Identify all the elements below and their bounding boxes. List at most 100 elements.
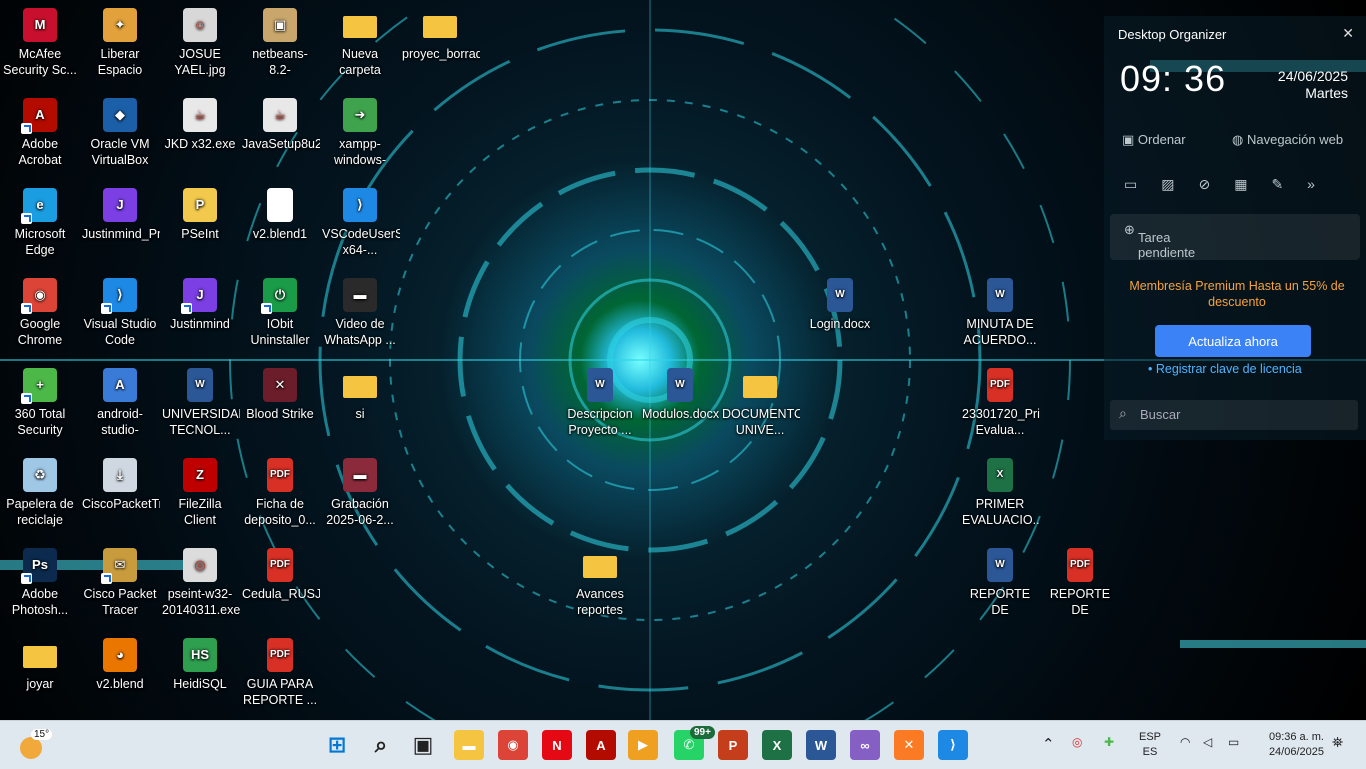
security-tray-icon[interactable]: ◎	[1072, 735, 1082, 749]
system-clock[interactable]: 09:36 a. m. 24/06/2025	[1258, 730, 1324, 760]
desktop-icon[interactable]: ◉ Google Chrome	[0, 272, 80, 360]
photo-icon: ☺	[183, 8, 217, 42]
drive-icon[interactable]: ▭	[1124, 176, 1137, 193]
word-document-icon: W	[987, 548, 1013, 582]
desktop-icon[interactable]: PDF Cedula_RUSJ050824HSP...	[240, 542, 320, 630]
visual-studio-icon[interactable]: ∞	[850, 730, 880, 760]
desktop-icon[interactable]: PDF REPORTE DE ESTADIA_b...	[1040, 542, 1120, 630]
360-tray-icon[interactable]: ✚	[1104, 735, 1114, 749]
register-license-link[interactable]: • Registrar clave de licencia	[1148, 362, 1302, 376]
powerpoint-icon[interactable]: P	[718, 730, 748, 760]
desktop-icon[interactable]: ◆ Oracle VM VirtualBox	[80, 92, 160, 180]
desktop-icon[interactable]: PDF 23301720_Primer Evalua...	[960, 362, 1040, 450]
desktop-icon[interactable]: Z FileZilla Client	[160, 452, 240, 540]
file-explorer-icon[interactable]: ▬	[454, 730, 484, 760]
desktop-icon[interactable]: J Justinmind_Prototyper_W...	[80, 182, 160, 270]
desktop-icon[interactable]: P PSeInt	[160, 182, 240, 270]
desktop-icon[interactable]: ☕ JavaSetup8u201.exe	[240, 92, 320, 180]
desktop-icon[interactable]: HS HeidiSQL	[160, 632, 240, 720]
desktop-icon[interactable]: ◎ pseint-w32-20140311.exe	[160, 542, 240, 630]
battery-icon[interactable]: ▭	[1228, 735, 1239, 749]
more-icon[interactable]: »	[1307, 176, 1315, 193]
search-icon[interactable]: ⌕	[366, 730, 396, 760]
desktop-icon[interactable]: W MINUTA DE ACUERDO...	[960, 272, 1040, 360]
vscode-icon[interactable]: ⟩	[938, 730, 968, 760]
desktop-icon-label: GUIA PARA REPORTE ...	[242, 677, 318, 707]
chrome-icon[interactable]: ◉	[498, 730, 528, 760]
desktop-icon[interactable]: ♻ Papelera de reciclaje	[0, 452, 80, 540]
excel-icon[interactable]: X	[762, 730, 792, 760]
desktop-icon[interactable]: proyec_borrador	[400, 2, 480, 90]
desktop-icon[interactable]: ✦ Liberar Espacio	[80, 2, 160, 90]
word-icon[interactable]: W	[806, 730, 836, 760]
organizer-weekday: Martes	[1305, 85, 1348, 101]
desktop-icon[interactable]: ☺ JOSUE YAEL.jpg	[160, 2, 240, 90]
close-icon[interactable]: ✕	[1342, 25, 1354, 42]
desktop-icon[interactable]: Aandroid-studio-2024.1.2....	[80, 362, 160, 450]
desktop-icon[interactable]: ▬ Video de WhatsApp ...	[320, 272, 400, 360]
desktop-icon[interactable]: si	[320, 362, 400, 450]
desktop-icon[interactable]: A Adobe Acrobat	[0, 92, 80, 180]
hide-icon[interactable]: ⊘	[1198, 176, 1210, 193]
desktop-icon-label: JKD x32.exe	[164, 137, 236, 151]
netflix-icon[interactable]: N	[542, 730, 572, 760]
desktop-icon[interactable]: ▬ Grabación 2025-06-2...	[320, 452, 400, 540]
notification-icon[interactable]: ⛯	[1332, 734, 1343, 751]
desktop-icon[interactable]: PDF GUIA PARA REPORTE ...	[240, 632, 320, 720]
desktop-icon[interactable]: ✕ Blood Strike	[240, 362, 320, 450]
pending-task-field[interactable]: ⊕ Tarea pendiente	[1110, 214, 1360, 260]
organizer-search-input[interactable]	[1138, 406, 1352, 423]
desktop-icon[interactable]: PDF Ficha de deposito_0...	[240, 452, 320, 540]
desktop-icon[interactable]: Avances reportes	[560, 542, 640, 630]
desktop-icon[interactable]: Nueva carpeta	[320, 2, 400, 90]
desktop-icon[interactable]: W Descripcion Proyecto ...	[560, 362, 640, 450]
weather-widget[interactable]: 15°	[18, 729, 53, 761]
desktop-icon[interactable]: ⏻ IObit Uninstaller	[240, 272, 320, 360]
desktop-icon[interactable]: W Login.docx	[800, 272, 880, 360]
desktop-icon[interactable]: ▣ netbeans-8.2-installer.exe	[240, 2, 320, 90]
desktop-icon[interactable]: +360 Total Security	[0, 362, 80, 450]
calculator-icon[interactable]: ▦	[1234, 176, 1247, 193]
desktop-icon-label: Adobe Photosh...	[11, 587, 69, 617]
volume-icon[interactable]: ◁	[1203, 735, 1212, 749]
desktop-icon[interactable]: ✉ Cisco Packet Tracer	[80, 542, 160, 630]
acrobat-icon[interactable]: A	[586, 730, 616, 760]
image-icon[interactable]: ▨	[1161, 176, 1174, 193]
desktop-icon[interactable]: joyar	[0, 632, 80, 720]
desktop-icon[interactable]: M McAfee Security Sc...	[0, 2, 80, 90]
wifi-icon[interactable]: ◠	[1180, 735, 1190, 749]
xampp-icon[interactable]: ✕	[894, 730, 924, 760]
desktop-icon[interactable]: W UNIVERSIDAD TECNOL...	[160, 362, 240, 450]
desktop-icon[interactable]: W Modulos.docx.doc	[640, 362, 720, 450]
desktop-icon[interactable]: J Justinmind	[160, 272, 240, 360]
desktop-icon[interactable]: ◕ v2.blend	[80, 632, 160, 720]
whatsapp-icon[interactable]: ✆ 99+	[674, 726, 715, 760]
desktop-icon[interactable]: v2.blend1	[240, 182, 320, 270]
desktop-icon[interactable]: ⟩ VSCodeUserSetup-x64-...	[320, 182, 400, 270]
media-player-icon[interactable]: ▶	[628, 730, 658, 760]
sort-button[interactable]: ▣ Ordenar	[1122, 132, 1186, 148]
language-indicator[interactable]: ESP ES	[1138, 730, 1162, 760]
windows-start-icon[interactable]: ⊞	[322, 730, 352, 760]
notes-icon[interactable]: ✎	[1271, 176, 1283, 193]
weather-sun-icon	[20, 737, 42, 759]
justinmind-icon: J	[181, 278, 217, 314]
desktop-icon[interactable]: DOCUMENTOS UNIVE...	[720, 362, 800, 450]
task-view-icon[interactable]: ▣	[408, 730, 438, 760]
desktop-icon[interactable]: ☕ JKD x32.exe	[160, 92, 240, 180]
desktop-icon[interactable]: X PRIMER EVALUACIO...	[960, 452, 1040, 540]
desktop-icon-label: Justinmind_Prototyper_W...	[82, 227, 160, 241]
desktop-icon[interactable]: ➜ xampp-windows-x64-8....	[320, 92, 400, 180]
web-navigation-button[interactable]: ◍ Navegación web	[1232, 132, 1343, 148]
desktop-icon[interactable]: e Microsoft Edge	[0, 182, 80, 270]
desktop-icon[interactable]: Ps Adobe Photosh...	[0, 542, 80, 630]
shortcut-arrow-icon	[21, 123, 32, 134]
organizer-search[interactable]: ⌕	[1110, 400, 1358, 430]
desktop-icon-label: Blood Strike	[246, 407, 314, 421]
desktop-icon[interactable]: W REPORTE DE ESTADIA.d...	[960, 542, 1040, 630]
chevron-up-icon[interactable]: ⌃	[1042, 735, 1055, 753]
upgrade-now-button[interactable]: Actualiza ahora	[1155, 325, 1311, 357]
shortcut-arrow-icon	[181, 303, 192, 314]
desktop-icon[interactable]: ⤓ CiscoPacketTracer822_6...	[80, 452, 160, 540]
desktop-icon[interactable]: ⟩ Visual Studio Code	[80, 272, 160, 360]
